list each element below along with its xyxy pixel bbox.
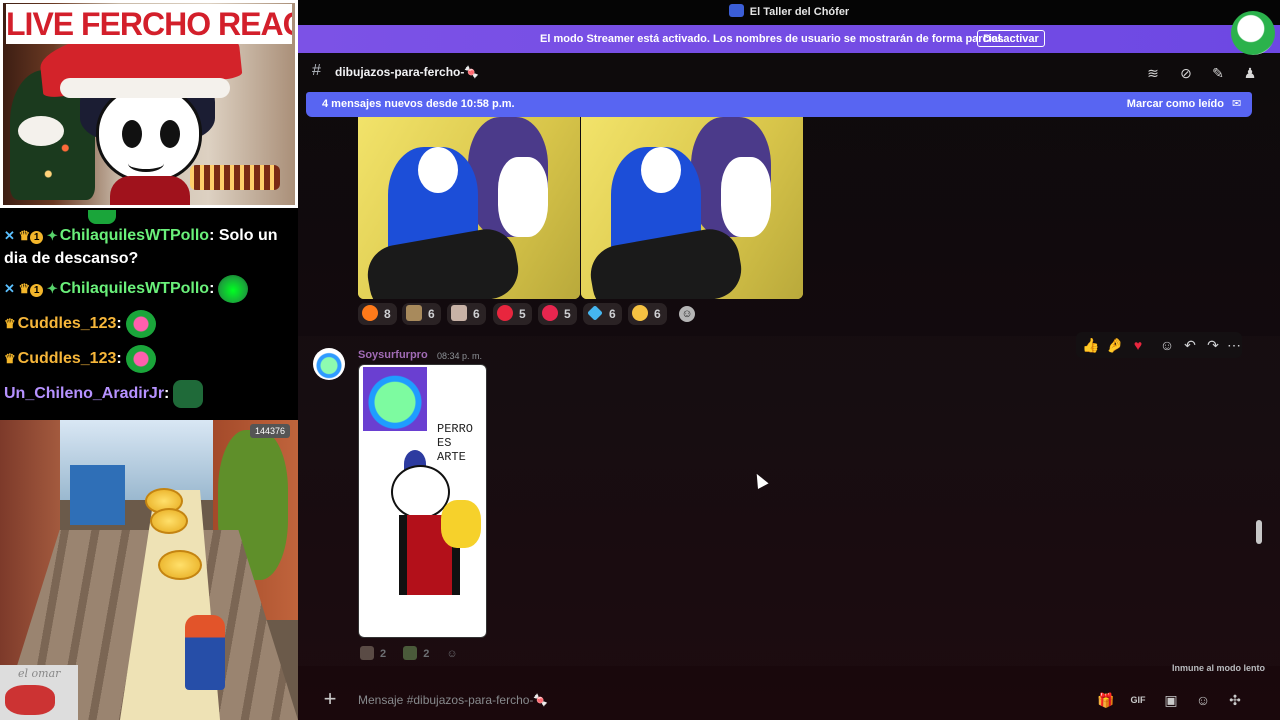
- chat-emote: [125, 345, 156, 373]
- hashtag-icon: #: [312, 62, 321, 79]
- chat-emote: [218, 275, 249, 303]
- reaction-diamond[interactable]: 6: [583, 303, 622, 325]
- reaction-sticker[interactable]: 2: [403, 646, 429, 660]
- add-attachment-icon[interactable]: +: [320, 688, 340, 710]
- sparkles-icon: [632, 305, 648, 321]
- image-attachment[interactable]: [581, 117, 803, 299]
- diamond-icon: [587, 305, 603, 321]
- stream-title: LIVE FERCHO REACTION: [6, 4, 292, 44]
- mark-as-read-button[interactable]: Marcar como leído: [1127, 92, 1224, 117]
- sparkle-heart-icon: [542, 305, 558, 321]
- apps-icon[interactable]: ✣: [1226, 691, 1244, 709]
- more-icon[interactable]: ⋯: [1225, 336, 1243, 354]
- reaction-sticker[interactable]: 2: [360, 646, 386, 660]
- chat-username: Cuddles_123: [17, 315, 117, 333]
- emote-partial: [88, 210, 116, 224]
- sticker-icon: [451, 305, 467, 321]
- character-icon-image: [363, 367, 427, 431]
- sticker-icon: [406, 305, 422, 321]
- train-image: [70, 465, 125, 525]
- add-reaction-icon[interactable]: ☺: [446, 648, 457, 660]
- message-input[interactable]: [356, 688, 1050, 712]
- threads-icon[interactable]: ≋: [1145, 65, 1161, 81]
- chat-message: ✕ ♛ 1 ✦ ChilaquilesWTPollo:: [4, 275, 294, 303]
- add-reaction-icon[interactable]: ☺: [679, 306, 695, 322]
- discord-window: El Taller del Chófer El modo Streamer es…: [298, 0, 1280, 720]
- fire-icon: [362, 305, 378, 321]
- chat-badges: ♛: [4, 316, 16, 332]
- sticker-icon[interactable]: ▣: [1162, 691, 1180, 709]
- streamer-mode-text: El modo Streamer está activado. Los nomb…: [540, 33, 1004, 45]
- emoji-icon[interactable]: ☺: [1194, 691, 1212, 709]
- message-timestamp: 08:34 p. m.: [437, 351, 483, 361]
- reaction-bar: 2 2 ☺: [360, 646, 472, 664]
- image-attachment[interactable]: [358, 117, 580, 299]
- chat-badges: ✕ ♛ 1 ✦: [4, 228, 58, 244]
- gif-icon[interactable]: GIF: [1129, 691, 1147, 709]
- chat-badges: ✕ ♛ 1 ✦: [4, 281, 58, 298]
- gameplay-capture: 144376 el omar: [0, 420, 298, 720]
- server-icon: [728, 4, 744, 17]
- channel-header: # dibujazos-para-fercho-🍬 ≋ ⊘ ✎ ♟: [298, 53, 1280, 91]
- title-bar: El Taller del Chófer: [298, 0, 1280, 25]
- reaction-sticker[interactable]: 6: [447, 303, 486, 325]
- heart-icon[interactable]: ♥: [1129, 336, 1147, 354]
- reaction-fire[interactable]: 8: [358, 303, 397, 325]
- scrollbar-thumb[interactable]: [1256, 520, 1262, 544]
- new-messages-text: 4 mensajes nuevos desde 10:58 p.m.: [322, 98, 515, 110]
- chat-username: Un_Chileno_AradirJr: [4, 385, 165, 403]
- message-actions-toolbar: 👍 🤌 ♥ ☺ ↶ ↷ ⋯: [1076, 332, 1242, 358]
- reaction-sparkle-heart[interactable]: 5: [538, 303, 577, 325]
- channel-name: dibujazos-para-fercho-🍬: [335, 65, 480, 79]
- chat-message: ♛ Cuddles_123:: [4, 345, 294, 373]
- thumbs-up-icon[interactable]: 👍: [1082, 336, 1100, 354]
- image-attachment[interactable]: PERRO ES ARTE: [358, 364, 487, 638]
- members-icon[interactable]: ♟: [1242, 65, 1258, 81]
- new-messages-bar[interactable]: 4 mensajes nuevos desde 10:58 p.m. Marca…: [306, 92, 1252, 117]
- channel-logo-icon: [1231, 11, 1275, 55]
- disable-streamer-mode-button[interactable]: Desactivar: [977, 30, 1045, 47]
- reply-icon[interactable]: ↶: [1181, 336, 1199, 354]
- user-avatar[interactable]: [313, 348, 345, 380]
- pinch-icon[interactable]: 🤌: [1106, 336, 1124, 354]
- reaction-sparkles[interactable]: 6: [628, 303, 667, 325]
- message-composer: + 🎁 GIF ▣ ☺ ✣: [298, 680, 1280, 720]
- chat-message: Un_Chileno_AradirJr:: [4, 380, 294, 408]
- drawing-caption: PERRO ES ARTE: [437, 422, 474, 464]
- mute-icon[interactable]: ⊘: [1178, 65, 1194, 81]
- game-score: 144376: [250, 424, 290, 438]
- webcam-panel: LIVE FERCHO REACTION: [0, 0, 298, 208]
- mark-read-icon[interactable]: ✉: [1232, 98, 1244, 110]
- message-username[interactable]: Soysurfurpro: [358, 349, 428, 361]
- app-title: El Taller del Chófer: [298, 0, 1280, 25]
- pin-icon[interactable]: ✎: [1210, 65, 1226, 81]
- coin-icon: [158, 550, 202, 580]
- streamer-mode-banner: El modo Streamer está activado. Los nomb…: [298, 25, 1280, 53]
- chat-username: ChilaquilesWTPollo: [59, 227, 210, 244]
- runner-character: [185, 615, 225, 690]
- chat-message: ♛ Cuddles_123:: [4, 310, 294, 338]
- add-reaction-icon[interactable]: ☺: [1158, 336, 1176, 354]
- coin-icon: [150, 508, 188, 534]
- stream-overlay: LIVE FERCHO REACTION ✕ ♛1 ✦ChilaquilesWT…: [0, 0, 298, 720]
- slow-mode-immune-label: Inmune al modo lento: [1171, 663, 1265, 673]
- forward-icon[interactable]: ↷: [1204, 336, 1222, 354]
- stream-chat: ✕ ♛ 1 ✦ ChilaquilesWTPollo: Solo un dia de…: [0, 210, 298, 420]
- overlay-logo: el omar: [0, 665, 78, 720]
- chat-badges: ♛: [4, 351, 16, 367]
- chat-message: ✕ ♛ 1 ✦ ChilaquilesWTPollo: Solo un dia de…: [4, 224, 294, 270]
- gift-icon[interactable]: 🎁: [1097, 691, 1115, 709]
- dog-drawing: [441, 500, 481, 548]
- chat-emote: [173, 380, 204, 408]
- heart-icon: [497, 305, 513, 321]
- chat-username: Cuddles_123: [17, 350, 117, 368]
- reaction-heart[interactable]: 5: [493, 303, 532, 325]
- chat-emote: [125, 310, 156, 338]
- chat-username: ChilaquilesWTPollo: [59, 280, 210, 298]
- reaction-sticker[interactable]: 6: [402, 303, 441, 325]
